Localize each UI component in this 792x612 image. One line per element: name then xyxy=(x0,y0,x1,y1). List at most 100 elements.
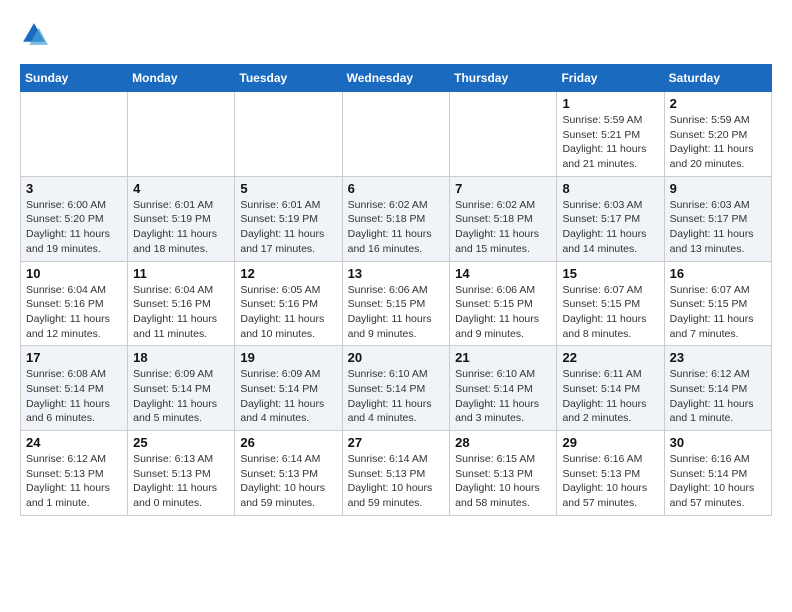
calendar-cell: 4Sunrise: 6:01 AM Sunset: 5:19 PM Daylig… xyxy=(128,176,235,261)
calendar-cell: 16 Sunrise: 6:07 AM Sunset: 5:15 PM Dayli… xyxy=(664,261,771,346)
day-info: Sunrise: 6:06 AM Sunset: 5:15 PM Dayligh… xyxy=(348,283,445,342)
calendar-cell: 7 Sunrise: 6:02 AM Sunset: 5:18 PM Daylig… xyxy=(450,176,557,261)
calendar-cell: 24 Sunrise: 6:12 AM Sunset: 5:13 PM Dayli… xyxy=(21,431,128,516)
calendar-cell xyxy=(235,92,342,177)
day-number: 23 xyxy=(670,350,766,365)
calendar-cell xyxy=(21,92,128,177)
day-number: 1 xyxy=(562,96,658,111)
day-number: 8 xyxy=(562,181,658,196)
calendar-cell xyxy=(128,92,235,177)
calendar-cell: 26 Sunrise: 6:14 AM Sunset: 5:13 PM Dayli… xyxy=(235,431,342,516)
calendar-cell: 28 Sunrise: 6:15 AM Sunset: 5:13 PM Dayli… xyxy=(450,431,557,516)
day-info: Sunrise: 6:03 AM Sunset: 5:17 PM Dayligh… xyxy=(562,198,658,257)
day-info: Sunrise: 6:02 AM Sunset: 5:18 PM Dayligh… xyxy=(348,198,445,257)
day-info: Sunrise: 6:07 AM Sunset: 5:15 PM Dayligh… xyxy=(670,283,766,342)
day-info: Sunrise: 6:14 AM Sunset: 5:13 PM Dayligh… xyxy=(348,452,445,511)
day-number: 16 xyxy=(670,266,766,281)
calendar-cell: 1 Sunrise: 5:59 AM Sunset: 5:21 PM Daylig… xyxy=(557,92,664,177)
day-number: 27 xyxy=(348,435,445,450)
weekday-header: Saturday xyxy=(664,65,771,92)
day-number: 29 xyxy=(562,435,658,450)
day-number: 10 xyxy=(26,266,122,281)
calendar-week-row: 3 Sunrise: 6:00 AM Sunset: 5:20 PM Daylig… xyxy=(21,176,772,261)
day-number: 15 xyxy=(562,266,658,281)
day-info: Sunrise: 6:16 AM Sunset: 5:14 PM Dayligh… xyxy=(670,452,766,511)
weekday-header: Sunday xyxy=(21,65,128,92)
day-number: 13 xyxy=(348,266,445,281)
calendar-cell: 20 Sunrise: 6:10 AM Sunset: 5:14 PM Dayli… xyxy=(342,346,450,431)
day-info: Sunrise: 6:08 AM Sunset: 5:14 PM Dayligh… xyxy=(26,367,122,426)
calendar-header-row: SundayMondayTuesdayWednesdayThursdayFrid… xyxy=(21,65,772,92)
day-info: Sunrise: 6:15 AM Sunset: 5:13 PM Dayligh… xyxy=(455,452,551,511)
logo xyxy=(20,20,52,48)
day-info: Sunrise: 5:59 AM Sunset: 5:20 PM Dayligh… xyxy=(670,113,766,172)
calendar-cell: 25 Sunrise: 6:13 AM Sunset: 5:13 PM Dayli… xyxy=(128,431,235,516)
calendar-cell: 29 Sunrise: 6:16 AM Sunset: 5:13 PM Dayli… xyxy=(557,431,664,516)
calendar-cell: 23 Sunrise: 6:12 AM Sunset: 5:14 PM Dayli… xyxy=(664,346,771,431)
calendar-cell: 19 Sunrise: 6:09 AM Sunset: 5:14 PM Dayli… xyxy=(235,346,342,431)
day-info: Sunrise: 6:12 AM Sunset: 5:14 PM Dayligh… xyxy=(670,367,766,426)
day-info: Sunrise: 6:03 AM Sunset: 5:17 PM Dayligh… xyxy=(670,198,766,257)
weekday-header: Monday xyxy=(128,65,235,92)
day-info: Sunrise: 6:10 AM Sunset: 5:14 PM Dayligh… xyxy=(455,367,551,426)
day-info: Sunrise: 6:09 AM Sunset: 5:14 PM Dayligh… xyxy=(133,367,229,426)
day-info: Sunrise: 6:14 AM Sunset: 5:13 PM Dayligh… xyxy=(240,452,336,511)
day-info: Sunrise: 6:07 AM Sunset: 5:15 PM Dayligh… xyxy=(562,283,658,342)
calendar-cell: 2Sunrise: 5:59 AM Sunset: 5:20 PM Daylig… xyxy=(664,92,771,177)
calendar-cell: 22 Sunrise: 6:11 AM Sunset: 5:14 PM Dayli… xyxy=(557,346,664,431)
calendar-cell: 18 Sunrise: 6:09 AM Sunset: 5:14 PM Dayli… xyxy=(128,346,235,431)
calendar-cell: 8 Sunrise: 6:03 AM Sunset: 5:17 PM Daylig… xyxy=(557,176,664,261)
calendar-cell: 15 Sunrise: 6:07 AM Sunset: 5:15 PM Dayli… xyxy=(557,261,664,346)
day-info: Sunrise: 6:02 AM Sunset: 5:18 PM Dayligh… xyxy=(455,198,551,257)
day-info: Sunrise: 6:00 AM Sunset: 5:20 PM Dayligh… xyxy=(26,198,122,257)
day-number: 19 xyxy=(240,350,336,365)
day-number: 25 xyxy=(133,435,229,450)
calendar-cell: 3 Sunrise: 6:00 AM Sunset: 5:20 PM Daylig… xyxy=(21,176,128,261)
day-number: 7 xyxy=(455,181,551,196)
day-number: 30 xyxy=(670,435,766,450)
calendar-cell: 11 Sunrise: 6:04 AM Sunset: 5:16 PM Dayli… xyxy=(128,261,235,346)
day-info: Sunrise: 6:13 AM Sunset: 5:13 PM Dayligh… xyxy=(133,452,229,511)
day-number: 18 xyxy=(133,350,229,365)
day-info: Sunrise: 6:12 AM Sunset: 5:13 PM Dayligh… xyxy=(26,452,122,511)
day-info: Sunrise: 6:01 AM Sunset: 5:19 PM Dayligh… xyxy=(240,198,336,257)
day-info: Sunrise: 6:10 AM Sunset: 5:14 PM Dayligh… xyxy=(348,367,445,426)
weekday-header: Friday xyxy=(557,65,664,92)
calendar-week-row: 17Sunrise: 6:08 AM Sunset: 5:14 PM Dayli… xyxy=(21,346,772,431)
day-info: Sunrise: 6:04 AM Sunset: 5:16 PM Dayligh… xyxy=(26,283,122,342)
weekday-header: Wednesday xyxy=(342,65,450,92)
day-info: Sunrise: 6:05 AM Sunset: 5:16 PM Dayligh… xyxy=(240,283,336,342)
logo-icon xyxy=(20,20,48,48)
calendar-cell: 9 Sunrise: 6:03 AM Sunset: 5:17 PM Daylig… xyxy=(664,176,771,261)
page-header xyxy=(20,20,772,48)
calendar-cell: 14Sunrise: 6:06 AM Sunset: 5:15 PM Dayli… xyxy=(450,261,557,346)
calendar-cell: 12 Sunrise: 6:05 AM Sunset: 5:16 PM Dayli… xyxy=(235,261,342,346)
weekday-header: Thursday xyxy=(450,65,557,92)
day-number: 4 xyxy=(133,181,229,196)
day-number: 22 xyxy=(562,350,658,365)
day-number: 3 xyxy=(26,181,122,196)
day-number: 14 xyxy=(455,266,551,281)
day-number: 20 xyxy=(348,350,445,365)
calendar-cell: 10 Sunrise: 6:04 AM Sunset: 5:16 PM Dayli… xyxy=(21,261,128,346)
calendar-cell xyxy=(450,92,557,177)
day-number: 12 xyxy=(240,266,336,281)
calendar-table: SundayMondayTuesdayWednesdayThursdayFrid… xyxy=(20,64,772,516)
calendar-cell: 13 Sunrise: 6:06 AM Sunset: 5:15 PM Dayli… xyxy=(342,261,450,346)
day-number: 26 xyxy=(240,435,336,450)
day-info: Sunrise: 6:16 AM Sunset: 5:13 PM Dayligh… xyxy=(562,452,658,511)
day-info: Sunrise: 6:04 AM Sunset: 5:16 PM Dayligh… xyxy=(133,283,229,342)
calendar-week-row: 1 Sunrise: 5:59 AM Sunset: 5:21 PM Daylig… xyxy=(21,92,772,177)
calendar-cell: 21 Sunrise: 6:10 AM Sunset: 5:14 PM Dayli… xyxy=(450,346,557,431)
day-number: 24 xyxy=(26,435,122,450)
day-info: Sunrise: 5:59 AM Sunset: 5:21 PM Dayligh… xyxy=(562,113,658,172)
day-number: 21 xyxy=(455,350,551,365)
day-number: 11 xyxy=(133,266,229,281)
day-number: 28 xyxy=(455,435,551,450)
day-number: 9 xyxy=(670,181,766,196)
day-info: Sunrise: 6:11 AM Sunset: 5:14 PM Dayligh… xyxy=(562,367,658,426)
calendar-week-row: 24 Sunrise: 6:12 AM Sunset: 5:13 PM Dayli… xyxy=(21,431,772,516)
calendar-cell: 30 Sunrise: 6:16 AM Sunset: 5:14 PM Dayli… xyxy=(664,431,771,516)
calendar-cell: 6Sunrise: 6:02 AM Sunset: 5:18 PM Daylig… xyxy=(342,176,450,261)
day-info: Sunrise: 6:09 AM Sunset: 5:14 PM Dayligh… xyxy=(240,367,336,426)
